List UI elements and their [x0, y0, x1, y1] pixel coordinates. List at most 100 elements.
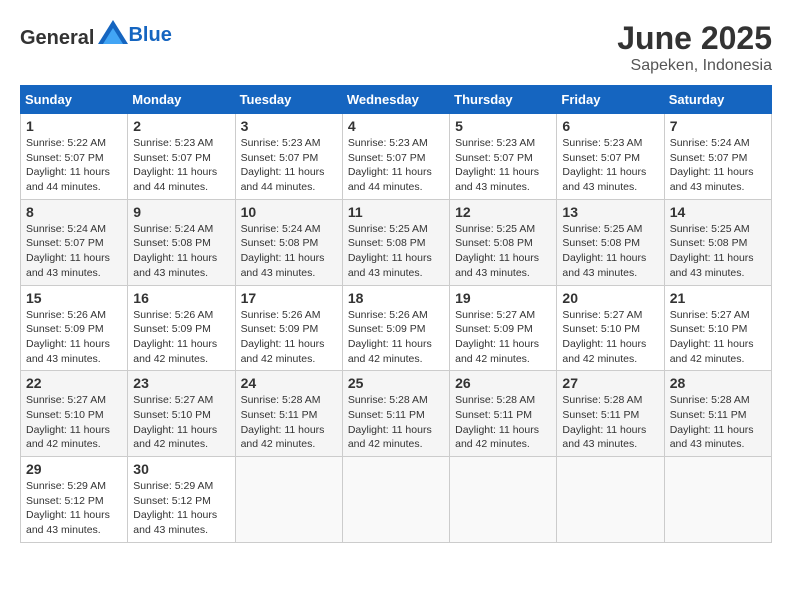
day-number: 30 — [133, 461, 229, 477]
day-cell-3: 3 Sunrise: 5:23 AM Sunset: 5:07 PM Dayli… — [235, 114, 342, 200]
day-info: Sunrise: 5:25 AM Sunset: 5:08 PM Dayligh… — [455, 222, 551, 281]
day-info: Sunrise: 5:23 AM Sunset: 5:07 PM Dayligh… — [562, 136, 658, 195]
day-number: 29 — [26, 461, 122, 477]
day-number: 22 — [26, 375, 122, 391]
logo-blue: Blue — [128, 24, 171, 46]
day-info: Sunrise: 5:26 AM Sunset: 5:09 PM Dayligh… — [241, 308, 337, 367]
day-cell-19: 19 Sunrise: 5:27 AM Sunset: 5:09 PM Dayl… — [450, 285, 557, 371]
day-info: Sunrise: 5:23 AM Sunset: 5:07 PM Dayligh… — [348, 136, 444, 195]
calendar-week-5: 29 Sunrise: 5:29 AM Sunset: 5:12 PM Dayl… — [21, 457, 772, 543]
day-number: 8 — [26, 204, 122, 220]
day-cell-24: 24 Sunrise: 5:28 AM Sunset: 5:11 PM Dayl… — [235, 371, 342, 457]
day-number: 3 — [241, 118, 337, 134]
day-info: Sunrise: 5:23 AM Sunset: 5:07 PM Dayligh… — [455, 136, 551, 195]
empty-cell — [664, 457, 771, 543]
day-cell-8: 8 Sunrise: 5:24 AM Sunset: 5:07 PM Dayli… — [21, 199, 128, 285]
day-cell-17: 17 Sunrise: 5:26 AM Sunset: 5:09 PM Dayl… — [235, 285, 342, 371]
day-info: Sunrise: 5:26 AM Sunset: 5:09 PM Dayligh… — [133, 308, 229, 367]
day-cell-9: 9 Sunrise: 5:24 AM Sunset: 5:08 PM Dayli… — [128, 199, 235, 285]
header-friday: Friday — [557, 86, 664, 114]
day-info: Sunrise: 5:23 AM Sunset: 5:07 PM Dayligh… — [133, 136, 229, 195]
day-cell-5: 5 Sunrise: 5:23 AM Sunset: 5:07 PM Dayli… — [450, 114, 557, 200]
logo: General Blue — [20, 20, 172, 50]
day-number: 24 — [241, 375, 337, 391]
day-info: Sunrise: 5:28 AM Sunset: 5:11 PM Dayligh… — [455, 393, 551, 452]
day-cell-26: 26 Sunrise: 5:28 AM Sunset: 5:11 PM Dayl… — [450, 371, 557, 457]
day-cell-10: 10 Sunrise: 5:24 AM Sunset: 5:08 PM Dayl… — [235, 199, 342, 285]
header-sunday: Sunday — [21, 86, 128, 114]
day-info: Sunrise: 5:27 AM Sunset: 5:10 PM Dayligh… — [670, 308, 766, 367]
day-info: Sunrise: 5:28 AM Sunset: 5:11 PM Dayligh… — [562, 393, 658, 452]
day-info: Sunrise: 5:27 AM Sunset: 5:09 PM Dayligh… — [455, 308, 551, 367]
day-number: 19 — [455, 290, 551, 306]
day-info: Sunrise: 5:27 AM Sunset: 5:10 PM Dayligh… — [562, 308, 658, 367]
title-area: June 2025 Sapeken, Indonesia — [617, 20, 772, 75]
day-number: 18 — [348, 290, 444, 306]
day-number: 6 — [562, 118, 658, 134]
calendar-week-1: 1 Sunrise: 5:22 AM Sunset: 5:07 PM Dayli… — [21, 114, 772, 200]
day-number: 9 — [133, 204, 229, 220]
day-number: 11 — [348, 204, 444, 220]
header-thursday: Thursday — [450, 86, 557, 114]
day-cell-18: 18 Sunrise: 5:26 AM Sunset: 5:09 PM Dayl… — [342, 285, 449, 371]
day-cell-6: 6 Sunrise: 5:23 AM Sunset: 5:07 PM Dayli… — [557, 114, 664, 200]
calendar-week-2: 8 Sunrise: 5:24 AM Sunset: 5:07 PM Dayli… — [21, 199, 772, 285]
location: Sapeken, Indonesia — [617, 57, 772, 75]
day-cell-4: 4 Sunrise: 5:23 AM Sunset: 5:07 PM Dayli… — [342, 114, 449, 200]
day-info: Sunrise: 5:29 AM Sunset: 5:12 PM Dayligh… — [26, 479, 122, 538]
day-info: Sunrise: 5:26 AM Sunset: 5:09 PM Dayligh… — [26, 308, 122, 367]
day-cell-13: 13 Sunrise: 5:25 AM Sunset: 5:08 PM Dayl… — [557, 199, 664, 285]
day-info: Sunrise: 5:27 AM Sunset: 5:10 PM Dayligh… — [133, 393, 229, 452]
day-info: Sunrise: 5:26 AM Sunset: 5:09 PM Dayligh… — [348, 308, 444, 367]
day-info: Sunrise: 5:24 AM Sunset: 5:07 PM Dayligh… — [26, 222, 122, 281]
page-header: General Blue June 2025 Sapeken, Indonesi… — [20, 20, 772, 75]
day-number: 25 — [348, 375, 444, 391]
logo-icon — [98, 20, 128, 44]
day-cell-22: 22 Sunrise: 5:27 AM Sunset: 5:10 PM Dayl… — [21, 371, 128, 457]
day-info: Sunrise: 5:28 AM Sunset: 5:11 PM Dayligh… — [241, 393, 337, 452]
day-cell-29: 29 Sunrise: 5:29 AM Sunset: 5:12 PM Dayl… — [21, 457, 128, 543]
day-number: 26 — [455, 375, 551, 391]
calendar-table: SundayMondayTuesdayWednesdayThursdayFrid… — [20, 85, 772, 543]
day-info: Sunrise: 5:25 AM Sunset: 5:08 PM Dayligh… — [670, 222, 766, 281]
day-number: 27 — [562, 375, 658, 391]
day-cell-28: 28 Sunrise: 5:28 AM Sunset: 5:11 PM Dayl… — [664, 371, 771, 457]
day-number: 13 — [562, 204, 658, 220]
day-cell-16: 16 Sunrise: 5:26 AM Sunset: 5:09 PM Dayl… — [128, 285, 235, 371]
day-number: 15 — [26, 290, 122, 306]
day-info: Sunrise: 5:22 AM Sunset: 5:07 PM Dayligh… — [26, 136, 122, 195]
day-cell-23: 23 Sunrise: 5:27 AM Sunset: 5:10 PM Dayl… — [128, 371, 235, 457]
empty-cell — [235, 457, 342, 543]
logo-general: General — [20, 27, 94, 49]
day-info: Sunrise: 5:23 AM Sunset: 5:07 PM Dayligh… — [241, 136, 337, 195]
day-cell-15: 15 Sunrise: 5:26 AM Sunset: 5:09 PM Dayl… — [21, 285, 128, 371]
header-wednesday: Wednesday — [342, 86, 449, 114]
day-number: 2 — [133, 118, 229, 134]
day-cell-1: 1 Sunrise: 5:22 AM Sunset: 5:07 PM Dayli… — [21, 114, 128, 200]
day-number: 10 — [241, 204, 337, 220]
day-cell-14: 14 Sunrise: 5:25 AM Sunset: 5:08 PM Dayl… — [664, 199, 771, 285]
day-number: 16 — [133, 290, 229, 306]
header-tuesday: Tuesday — [235, 86, 342, 114]
day-number: 28 — [670, 375, 766, 391]
day-cell-30: 30 Sunrise: 5:29 AM Sunset: 5:12 PM Dayl… — [128, 457, 235, 543]
empty-cell — [557, 457, 664, 543]
day-info: Sunrise: 5:28 AM Sunset: 5:11 PM Dayligh… — [348, 393, 444, 452]
day-cell-7: 7 Sunrise: 5:24 AM Sunset: 5:07 PM Dayli… — [664, 114, 771, 200]
day-info: Sunrise: 5:24 AM Sunset: 5:08 PM Dayligh… — [133, 222, 229, 281]
day-info: Sunrise: 5:27 AM Sunset: 5:10 PM Dayligh… — [26, 393, 122, 452]
header-saturday: Saturday — [664, 86, 771, 114]
day-cell-12: 12 Sunrise: 5:25 AM Sunset: 5:08 PM Dayl… — [450, 199, 557, 285]
day-number: 5 — [455, 118, 551, 134]
day-cell-21: 21 Sunrise: 5:27 AM Sunset: 5:10 PM Dayl… — [664, 285, 771, 371]
day-info: Sunrise: 5:25 AM Sunset: 5:08 PM Dayligh… — [562, 222, 658, 281]
day-number: 12 — [455, 204, 551, 220]
day-number: 7 — [670, 118, 766, 134]
day-cell-20: 20 Sunrise: 5:27 AM Sunset: 5:10 PM Dayl… — [557, 285, 664, 371]
day-number: 14 — [670, 204, 766, 220]
calendar-header-row: SundayMondayTuesdayWednesdayThursdayFrid… — [21, 86, 772, 114]
calendar-week-3: 15 Sunrise: 5:26 AM Sunset: 5:09 PM Dayl… — [21, 285, 772, 371]
day-number: 1 — [26, 118, 122, 134]
day-cell-11: 11 Sunrise: 5:25 AM Sunset: 5:08 PM Dayl… — [342, 199, 449, 285]
day-info: Sunrise: 5:24 AM Sunset: 5:08 PM Dayligh… — [241, 222, 337, 281]
